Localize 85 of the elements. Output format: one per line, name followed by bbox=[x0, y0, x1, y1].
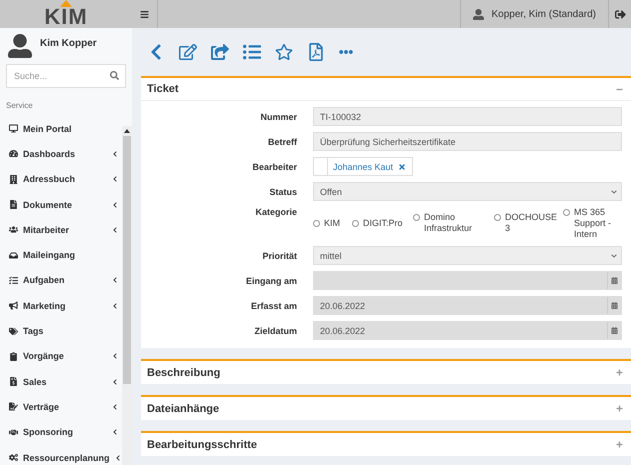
star-icon[interactable] bbox=[275, 43, 293, 61]
search-icon bbox=[110, 71, 119, 80]
menu-item-icon bbox=[9, 453, 18, 462]
pdf-icon[interactable] bbox=[307, 43, 325, 61]
expand-icon[interactable] bbox=[616, 441, 623, 448]
calendar-icon bbox=[611, 327, 618, 334]
calendar-icon bbox=[611, 277, 618, 284]
sidebar-item[interactable]: Mitarbeiter bbox=[0, 217, 122, 242]
sidebar-item[interactable]: Adressbuch bbox=[0, 166, 122, 192]
field-label: Nummer bbox=[260, 112, 297, 122]
field-label: Priorität bbox=[262, 250, 297, 260]
sidebar-item[interactable]: Maileingang bbox=[0, 242, 122, 268]
avatar-icon bbox=[8, 34, 32, 58]
scroll-up-icon[interactable] bbox=[124, 129, 130, 133]
expand-icon[interactable] bbox=[616, 369, 623, 376]
field-label: Zieldatum bbox=[254, 326, 297, 336]
text-field[interactable]: Überprüfung Sicherheitszertifikate bbox=[313, 132, 622, 151]
search-field[interactable]: Suche... bbox=[6, 64, 126, 88]
calendar-icon bbox=[611, 302, 618, 309]
radio-option[interactable]: Domino Infrastruktur bbox=[413, 212, 485, 234]
radio-icon[interactable] bbox=[313, 220, 320, 227]
field-label: Eingang am bbox=[246, 276, 297, 286]
user-icon bbox=[472, 8, 484, 20]
menu-item-icon bbox=[9, 276, 18, 285]
radio-option[interactable]: DIGIT:Pro bbox=[352, 218, 404, 229]
field-label: Kategorie bbox=[255, 207, 297, 217]
menu-item-icon bbox=[9, 225, 18, 234]
field-label: Erfasst am bbox=[250, 300, 297, 310]
menu-icon bbox=[140, 10, 149, 18]
section-title: Dateianhänge bbox=[147, 402, 220, 414]
sidebar-item[interactable]: Marketing bbox=[0, 293, 122, 318]
menu-item-icon bbox=[9, 402, 18, 412]
field-label: Betreff bbox=[268, 136, 297, 146]
menu-item-icon bbox=[9, 301, 18, 310]
date-field[interactable] bbox=[313, 271, 622, 290]
sidebar-item[interactable]: Dokumente bbox=[0, 192, 122, 218]
radio-icon[interactable] bbox=[494, 214, 501, 221]
select-field[interactable]: mittel bbox=[313, 246, 622, 265]
chevron-down-icon bbox=[611, 252, 617, 258]
section-title: Ticket bbox=[147, 83, 179, 95]
assignee-tag: Johannes Kaut bbox=[328, 158, 406, 175]
sidebar-item[interactable]: Mein Portal bbox=[0, 116, 122, 142]
scrollbar[interactable] bbox=[122, 126, 132, 465]
section-label: Service bbox=[5, 100, 34, 112]
sidebar-item[interactable]: Aufgaben bbox=[0, 268, 122, 294]
menu-item-icon bbox=[9, 250, 18, 260]
radio-option[interactable]: MS 365 Support - Intern bbox=[563, 207, 617, 240]
remove-icon[interactable] bbox=[398, 162, 406, 170]
user-name: Kim Kopper bbox=[40, 38, 97, 51]
menu-item-icon bbox=[9, 352, 18, 361]
list-icon[interactable] bbox=[243, 43, 261, 61]
menu-item-icon bbox=[9, 326, 18, 336]
field-label: Status bbox=[269, 186, 297, 196]
select-field[interactable]: Offen bbox=[313, 182, 622, 201]
sidebar-item[interactable]: Sales bbox=[0, 368, 122, 394]
date-field[interactable]: 20.06.2022 bbox=[313, 296, 622, 315]
section-title: Beschreibung bbox=[147, 366, 220, 378]
menu-item-icon bbox=[9, 174, 18, 184]
sidebar-item[interactable]: Sponsoring bbox=[0, 420, 122, 445]
date-field[interactable]: 20.06.2022 bbox=[313, 321, 622, 340]
expand-icon[interactable] bbox=[616, 405, 623, 412]
assignee-field[interactable]: Johannes Kaut bbox=[313, 157, 414, 176]
menu-item-icon bbox=[9, 377, 18, 386]
logout-icon bbox=[614, 8, 626, 20]
sidebar-item[interactable]: Ressourcenplanung bbox=[0, 444, 122, 465]
user-button[interactable]: Kopper, Kim (Standard) bbox=[460, 0, 609, 28]
share-icon[interactable] bbox=[211, 43, 229, 61]
menu-item-icon bbox=[9, 149, 18, 158]
menu-item-icon bbox=[9, 200, 18, 210]
sidebar-item[interactable]: Verträge bbox=[0, 394, 122, 420]
radio-option[interactable]: KIM bbox=[313, 218, 343, 229]
edit-icon[interactable] bbox=[179, 43, 197, 61]
radio-icon[interactable] bbox=[563, 209, 570, 216]
sidebar-item[interactable]: Dashboards bbox=[0, 141, 122, 167]
radio-icon[interactable] bbox=[413, 214, 420, 221]
text-field[interactable]: TI-100032 bbox=[313, 107, 622, 126]
radio-icon[interactable] bbox=[352, 220, 359, 227]
logo: KIM bbox=[44, 0, 88, 28]
menu-item-icon bbox=[9, 124, 18, 134]
field-label: Bearbeiter bbox=[252, 162, 297, 172]
chevron-down-icon bbox=[611, 188, 617, 194]
sidebar-item[interactable]: Tags bbox=[0, 318, 122, 344]
sidebar-item[interactable]: Vorgänge bbox=[0, 344, 122, 369]
menu-item-icon bbox=[9, 428, 18, 437]
section-title: Bearbeitungsschritte bbox=[147, 438, 258, 450]
